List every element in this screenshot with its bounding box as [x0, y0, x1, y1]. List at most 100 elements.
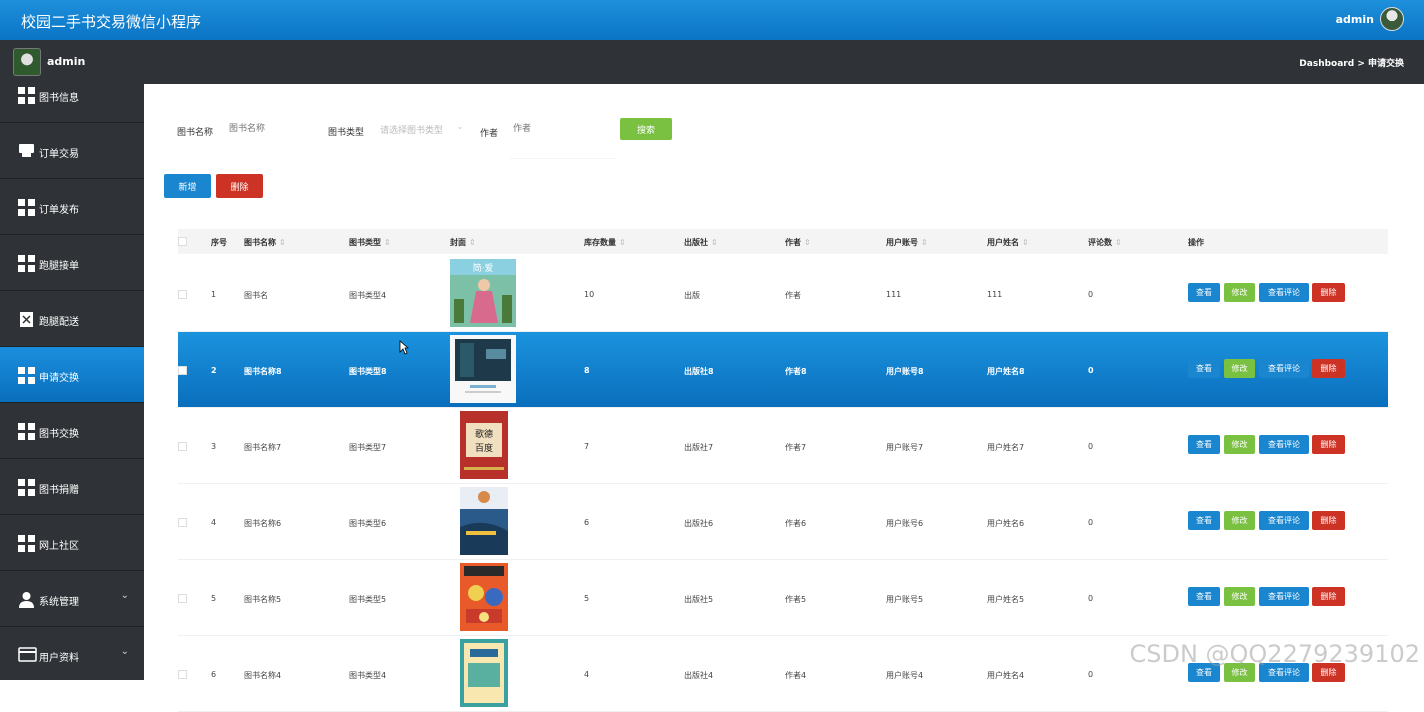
sidebar-avatar	[13, 48, 41, 76]
col-header-author[interactable]: 作者⇕	[785, 237, 811, 248]
cell-comments: 0	[1088, 670, 1093, 679]
view-button[interactable]: 查看	[1188, 283, 1220, 302]
cell-comments: 0	[1088, 366, 1094, 375]
cell-comments: 0	[1088, 594, 1093, 603]
cell-stock: 7	[584, 442, 589, 451]
cell-username: 用户姓名7	[987, 442, 1024, 453]
chevron-down-icon: ⌄	[456, 122, 464, 132]
cell-comments: 0	[1088, 290, 1093, 299]
view-comments-button[interactable]: 查看评论	[1259, 283, 1309, 302]
select-all-checkbox[interactable]	[178, 237, 187, 246]
table-row[interactable]: 4 图书名称6 图书类型6 6 出版社6 作者6 用户账号6 用户姓名6 0 查…	[178, 484, 1388, 560]
sidebar-item-book-exchange[interactable]: 图书交换	[0, 403, 144, 459]
cell-name: 图书名称5	[244, 594, 281, 605]
row-checkbox[interactable]	[178, 518, 187, 527]
watermark: CSDN @QQ2279239102	[1129, 640, 1420, 668]
row-checkbox[interactable]	[178, 594, 187, 603]
col-header-username[interactable]: 用户姓名⇕	[987, 237, 1029, 248]
sidebar-item-book-donate[interactable]: 图书捐赠	[0, 459, 144, 515]
cell-comments: 0	[1088, 518, 1093, 527]
delete-button[interactable]: 删除	[1312, 359, 1345, 378]
edit-button[interactable]: 修改	[1224, 511, 1255, 530]
chevron-down-icon: ⌄	[121, 646, 129, 657]
cell-publisher: 出版社4	[684, 670, 713, 681]
view-button[interactable]: 查看	[1188, 511, 1220, 530]
col-header-name[interactable]: 图书名称⇕	[244, 237, 286, 248]
sidebar-item-label: 系统管理	[39, 593, 79, 608]
table-row[interactable]: 3 图书名称7 图书类型7 歌德百度 7 出版社7 作者7 用户账号7 用户姓名…	[178, 408, 1388, 484]
sidebar-item-system-manage[interactable]: 系统管理 ⌄	[0, 571, 144, 627]
svg-text:简·爱: 简·爱	[473, 262, 494, 274]
sidebar-item-community[interactable]: 网上社区	[0, 515, 144, 571]
view-button[interactable]: 查看	[1188, 587, 1220, 606]
sidebar-item-book-info[interactable]: 图书信息	[0, 84, 144, 123]
col-header-comments[interactable]: 评论数⇕	[1088, 237, 1122, 248]
batch-delete-button[interactable]: 删除	[216, 174, 263, 198]
sidebar-item-label: 跑腿接单	[39, 257, 79, 272]
edit-button[interactable]: 修改	[1224, 359, 1255, 378]
grid-icon	[18, 87, 35, 102]
table-row[interactable]: 1 图书名 图书类型4 简·爱 10 出版 作者 111 111 0 查看 修改…	[178, 256, 1388, 332]
edit-button[interactable]: 修改	[1224, 435, 1255, 454]
col-header-actions: 操作	[1188, 237, 1204, 248]
view-comments-button[interactable]: 查看评论	[1259, 435, 1309, 454]
grid-icon	[18, 535, 35, 550]
view-button[interactable]: 查看	[1188, 359, 1220, 378]
sub-header: admin Dashboard > 申请交换	[0, 40, 1424, 84]
view-comments-button[interactable]: 查看评论	[1259, 359, 1309, 378]
cell-no: 5	[211, 594, 216, 603]
view-comments-button[interactable]: 查看评论	[1259, 587, 1309, 606]
sidebar-item-apply-exchange[interactable]: 申请交换	[0, 347, 144, 403]
delete-button[interactable]: 删除	[1312, 283, 1345, 302]
col-header-account[interactable]: 用户账号⇕	[886, 237, 928, 248]
edit-button[interactable]: 修改	[1224, 587, 1255, 606]
chevron-down-icon: ⌄	[121, 590, 129, 601]
row-checkbox[interactable]	[178, 290, 187, 299]
sidebar-item-errand-delivery[interactable]: 跑腿配送	[0, 291, 144, 347]
row-checkbox[interactable]	[178, 670, 187, 679]
author-input-underline	[510, 139, 615, 159]
sidebar-item-label: 网上社区	[39, 537, 79, 552]
row-checkbox[interactable]	[178, 366, 187, 375]
sidebar-item-order-trade[interactable]: 订单交易	[0, 123, 144, 179]
mouse-cursor-icon	[399, 340, 409, 355]
cell-author: 作者8	[785, 366, 807, 377]
grid-icon	[18, 199, 35, 214]
sidebar-item-label: 订单交易	[39, 145, 79, 160]
book-name-input[interactable]	[229, 121, 319, 137]
table-row[interactable]: 5 图书名称5 图书类型5 5 出版社5 作者5 用户账号5 用户姓名5 0 查…	[178, 560, 1388, 636]
view-comments-button[interactable]: 查看评论	[1259, 511, 1309, 530]
cell-username: 111	[987, 290, 1002, 299]
delete-button[interactable]: 删除	[1312, 587, 1345, 606]
add-button[interactable]: 新增	[164, 174, 211, 198]
header-avatar[interactable]	[1380, 7, 1404, 31]
table-row-selected[interactable]: 2 图书名称8 图书类型8 8 出版社8 作者8 用户账号8 用户姓名8 0 查…	[178, 332, 1388, 408]
book-type-select[interactable]: 请选择图书类型	[380, 123, 443, 136]
cell-author: 作者	[785, 290, 801, 301]
main-content: 图书名称 图书类型 请选择图书类型 ⌄ 作者 搜索 新增 删除 序号 图书名称⇕…	[144, 84, 1424, 680]
sidebar-item-user-profile[interactable]: 用户资料 ⌄	[0, 627, 144, 680]
author-input[interactable]	[513, 121, 603, 137]
col-header-stock[interactable]: 库存数量⇕	[584, 237, 626, 248]
sidebar-item-order-publish[interactable]: 订单发布	[0, 179, 144, 235]
sidebar-item-label: 图书信息	[39, 89, 79, 104]
col-header-cover[interactable]: 封面⇕	[450, 237, 476, 248]
cell-type: 图书类型4	[349, 670, 386, 681]
book-cover-image: 歌德百度	[450, 411, 516, 479]
breadcrumb[interactable]: Dashboard > 申请交换	[1299, 56, 1404, 69]
search-button[interactable]: 搜索	[620, 118, 672, 140]
col-header-publisher[interactable]: 出版社⇕	[684, 237, 718, 248]
book-type-label: 图书类型	[328, 125, 364, 138]
sidebar-item-errand-accept[interactable]: 跑腿接单	[0, 235, 144, 291]
row-checkbox[interactable]	[178, 442, 187, 451]
delete-button[interactable]: 删除	[1312, 435, 1345, 454]
delete-button[interactable]: 删除	[1312, 511, 1345, 530]
edit-button[interactable]: 修改	[1224, 283, 1255, 302]
header-username[interactable]: admin	[1336, 13, 1374, 26]
cell-type: 图书类型5	[349, 594, 386, 605]
view-button[interactable]: 查看	[1188, 435, 1220, 454]
cell-stock: 8	[584, 366, 590, 375]
cell-author: 作者6	[785, 518, 806, 529]
col-header-type[interactable]: 图书类型⇕	[349, 237, 391, 248]
cell-account: 用户账号7	[886, 442, 923, 453]
